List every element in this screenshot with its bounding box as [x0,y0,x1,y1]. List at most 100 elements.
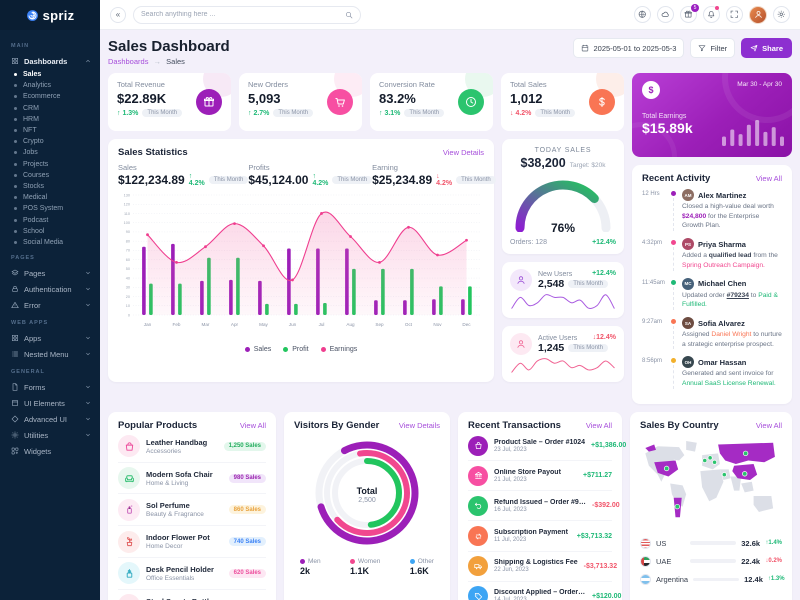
sidebar-item[interactable]: Error [11,297,91,313]
product-icon [118,562,140,585]
sidebar-subitem[interactable]: CRM [11,103,91,114]
search-input[interactable] [141,11,340,18]
sidebar-item[interactable]: Forms [11,379,91,395]
transaction-row[interactable]: Product Sale – Order #1024 23 Jul, 2023 … [468,431,626,462]
kpi-card[interactable]: Conversion Rate 83.2% ↑ 3.1% This Month [370,73,493,131]
sidebar-subitem[interactable]: Stocks [11,181,91,192]
transaction-row[interactable]: Shipping & Logistics Fee 22 Jun, 2023 -$… [468,552,617,582]
activity-item[interactable]: 4:32pm PS Priya Sharma Added a qualified… [642,238,782,271]
sidebar-subitem[interactable]: Crypto [11,136,91,147]
view-all-link[interactable]: View All [240,421,266,430]
kpi-card[interactable]: Total Revenue $22.89K ↑ 1.3% This Month [108,73,231,131]
user-stat-card[interactable]: New Users 2,548 This Month +12.4% [502,262,624,318]
country-delta: ↑1.3% [767,576,785,583]
legend-dot-icon [320,347,326,352]
filter-button[interactable]: Filter [690,38,736,58]
search-icon[interactable] [345,11,353,19]
notifications-button[interactable] [703,6,720,23]
svg-text:80: 80 [126,239,130,243]
app-logo[interactable]: spriz [0,0,100,30]
view-all-link[interactable]: View All [756,174,782,183]
sidebar-subitem[interactable]: Analytics [11,80,91,91]
view-all-link[interactable]: View All [586,421,612,430]
product-row[interactable]: Desk Pencil Holder Office Essentials 620… [118,558,266,590]
sidebar-item-label: Pages [24,268,46,278]
sidebar-collapse-button[interactable]: « [110,6,126,23]
sidebar-subitem[interactable]: Sales [11,69,91,80]
activity-item[interactable]: 9:27am SA Sofia Alvarez Assigned Daniel … [642,317,782,350]
product-row[interactable]: Indoor Flower Pot Home Decor 740 Sales [118,526,266,559]
view-details-link[interactable]: View Details [443,148,484,157]
sidebar-item[interactable]: Authentication [11,281,91,297]
activity-item[interactable]: 8:56pm OH Omar Hassan Generated and sent… [642,356,782,389]
kpi-card[interactable]: Total Sales 1,012 ↓ 4.2% This Month [501,73,624,131]
sidebar-subitem[interactable]: HRM [11,114,91,125]
recent-transactions-panel: Recent Transactions View All Product Sal… [458,411,626,600]
country-row[interactable]: UAE 22.4k ↓0.2% [640,552,782,570]
product-row[interactable]: Steel Sports Bottle Fitness & Outdoor 54… [118,590,266,600]
country-row[interactable]: Argentina 12.4k ↑1.3% [640,570,785,588]
sidebar-subitem[interactable]: Ecommerce [11,91,91,102]
view-all-link[interactable]: View All [756,421,782,430]
transaction-row[interactable]: Refund Issued – Order #998 16 Jul, 2023 … [468,491,620,522]
sidebar-subitem[interactable]: Podcast [11,214,91,225]
bullet-icon [14,207,17,211]
rewards-button[interactable]: 5 [680,4,699,23]
sidebar-item[interactable]: Pages [11,265,91,281]
cloud-button[interactable] [657,6,674,23]
world-map[interactable] [640,431,782,529]
sales-statistics-chart[interactable]: 0 10 20 30 40 50 60 70 80 90 100 110 120 130 Jan Feb Mar… [118,187,484,344]
search-bar[interactable] [133,5,361,24]
transaction-row[interactable]: Discount Applied – Order #1012 14 Jul, 2… [468,582,621,600]
transaction-amount: -$392.00 [592,502,620,510]
fullscreen-button[interactable] [726,6,743,23]
user-avatar[interactable] [749,5,767,24]
sidebar-item[interactable]: Advanced UI [11,411,91,427]
legend-item[interactable]: Profit [283,346,309,353]
language-button[interactable] [634,6,651,23]
sidebar-subitem[interactable]: School [11,226,91,237]
sidebar-item[interactable]: Utilities [11,427,91,443]
sidebar-subitem[interactable]: Projects [11,159,91,170]
sidebar-item[interactable]: Nested Menu [11,346,91,362]
sidebar-subitem[interactable]: Social Media [11,237,91,248]
share-icon [750,44,758,52]
chevron-down-icon [86,352,90,356]
sidebar-subitem[interactable]: Medical [11,192,91,203]
sidebar-item[interactable]: Widgets [11,443,91,459]
rewards-count-badge: 5 [691,4,699,12]
transaction-row[interactable]: Subscription Payment 11 Jul, 2023 +$3,71… [468,521,612,552]
total-earnings-card[interactable]: $ Mar 30 - Apr 30 Total Earnings $15.89k [632,73,792,157]
view-details-link[interactable]: View Details [399,421,440,430]
product-row[interactable]: Leather Handbag Accessories 1,250 Sales [118,431,266,463]
sidebar-item[interactable]: UI Elements [11,395,91,411]
sidebar-subitem[interactable]: Courses [11,170,91,181]
sidebar-subitem[interactable]: NFT [11,125,91,136]
sidebar-subitem[interactable]: Jobs [11,147,91,158]
sidebar-subitem[interactable]: POS System [11,203,91,214]
gear-icon [777,10,786,19]
product-row[interactable]: Sol Perfume Beauty & Fragrance 860 Sales [118,494,266,527]
settings-button[interactable] [773,6,790,23]
share-button[interactable]: Share [741,38,792,58]
legend-item[interactable]: Earnings [320,346,357,353]
product-row[interactable]: Modern Sofa Chair Home & Living 980 Sale… [118,463,266,495]
activity-item[interactable]: 12 Hrs AM Alex Martinez Closed a high-va… [642,189,782,232]
activity-timeline [670,356,677,389]
breadcrumb-dashboards[interactable]: Dashboards [108,57,148,66]
activity-item[interactable]: 11:45am MC Michael Chen Updated order #7… [642,277,782,311]
kpi-card[interactable]: New Orders 5,093 ↑ 2.7% This Month [239,73,362,131]
gender-legend-value: 1.1K [350,565,370,576]
sidebar-item[interactable]: Apps [11,330,91,346]
kpi-cards: Total Revenue $22.89K ↑ 1.3% This Month [108,73,624,131]
sidebar-item-dashboards[interactable]: Dashboards [11,53,91,69]
svg-text:50: 50 [126,267,130,271]
legend-item[interactable]: Sales [244,346,271,353]
user-stat-card[interactable]: Active Users 1,245 This Month ↓12.4% [502,326,624,382]
date-range-picker[interactable]: 2025-05-01 to 2025-05-3 [573,38,685,58]
gender-rings-chart[interactable]: Total 2,500 [311,437,423,554]
transaction-row[interactable]: Online Store Payout 21 Jul, 2023 +$711.2… [468,461,612,492]
timeline-dot-icon [671,358,676,364]
svg-text:Aug: Aug [346,322,355,327]
country-row[interactable]: US 32.6k ↑1.4% [640,534,782,552]
